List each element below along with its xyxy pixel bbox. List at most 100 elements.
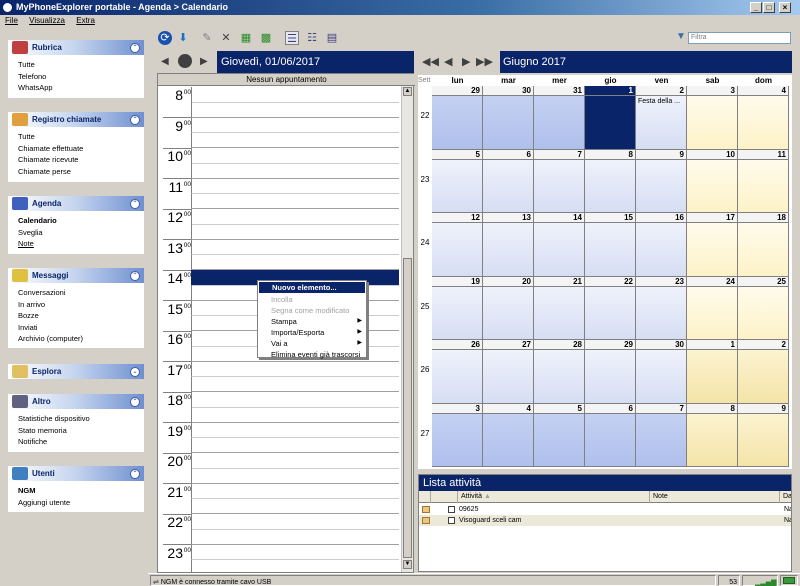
time-slot[interactable] — [191, 422, 399, 438]
time-slot[interactable] — [191, 132, 399, 149]
new-task-icon[interactable]: ▩ — [259, 31, 273, 45]
calendar-day-cell[interactable]: 11 — [738, 149, 789, 213]
col-data[interactable]: Dat — [780, 491, 791, 503]
time-slot[interactable] — [191, 148, 399, 164]
task-row[interactable]: Visoguard sceli cam Na — [419, 515, 791, 526]
prev-year-icon[interactable]: ◀◀ — [422, 55, 439, 68]
calendar-day-cell[interactable]: 22 — [585, 276, 636, 340]
week-view-icon[interactable]: ☷ — [305, 31, 319, 45]
task-checkbox[interactable] — [448, 506, 455, 513]
sidebar-item-calendario[interactable]: Calendario — [18, 215, 144, 227]
prev-day-icon[interactable]: ◀ — [161, 56, 169, 67]
sidebar-item-bozze[interactable]: Bozze — [18, 310, 144, 322]
expand-icon[interactable]: ⌄ — [130, 367, 140, 377]
sync-icon[interactable]: ⟳ — [158, 31, 172, 45]
calendar-day-cell[interactable]: 9 — [636, 149, 687, 213]
scroll-up-icon[interactable]: ▲ — [403, 87, 412, 96]
calendar-day-cell[interactable]: 7 — [534, 149, 585, 213]
time-slot[interactable] — [191, 117, 399, 133]
pane-header-agenda[interactable]: Agenda ⌃ — [8, 196, 144, 211]
calendar-day-cell[interactable]: 13 — [483, 213, 534, 277]
time-slot[interactable] — [191, 544, 399, 560]
calendar-day-cell[interactable]: 1 — [585, 86, 636, 150]
collapse-icon[interactable]: ⌃ — [130, 43, 140, 53]
calendar-day-cell[interactable]: 6 — [585, 403, 636, 467]
calendar-day-cell[interactable]: 18 — [738, 213, 789, 277]
calendar-day-cell[interactable]: 17 — [687, 213, 738, 277]
time-slot[interactable] — [191, 178, 399, 194]
pane-header-utenti[interactable]: Utenti ⌃ — [8, 466, 144, 481]
sidebar-item-note[interactable]: Note — [18, 238, 144, 250]
time-slot[interactable] — [191, 376, 399, 393]
sidebar-item-perse[interactable]: Chiamate perse — [18, 166, 144, 178]
download-icon[interactable]: ⬇ — [176, 31, 190, 45]
time-slot[interactable] — [191, 239, 399, 255]
calendar-day-cell[interactable]: 7 — [636, 403, 687, 467]
time-slot[interactable] — [191, 102, 399, 118]
calendar-event[interactable]: Festa della ... — [638, 98, 680, 105]
calendar-day-cell[interactable]: 3 — [687, 86, 738, 150]
context-menu-item[interactable]: Elimina eventi già trascorsi — [258, 349, 366, 360]
menu-visualizza[interactable]: Visualizza — [29, 16, 65, 25]
time-slot[interactable] — [191, 529, 399, 545]
time-slot[interactable] — [191, 453, 399, 469]
sidebar-item-tutte-chiamate[interactable]: Tutte — [18, 131, 144, 143]
sidebar-item-telefono[interactable]: Telefono — [18, 71, 144, 83]
calendar-day-cell[interactable]: 8 — [687, 403, 738, 467]
calendar-day-cell[interactable]: 14 — [534, 213, 585, 277]
close-button[interactable]: × — [779, 2, 791, 13]
collapse-icon[interactable]: ⌃ — [130, 397, 140, 407]
time-slot[interactable] — [191, 224, 399, 240]
calendar-day-cell[interactable]: 15 — [585, 213, 636, 277]
time-slot[interactable] — [191, 468, 399, 484]
collapse-icon[interactable]: ⌃ — [130, 271, 140, 281]
calendar-day-cell[interactable]: 30 — [483, 86, 534, 150]
calendar-day-cell[interactable]: 16 — [636, 213, 687, 277]
month-grid[interactable]: Sett lun mar mer gio ven sab dom 22 29 30 31 1 2 Festa… — [418, 75, 792, 469]
context-menu-item[interactable]: Importa/Esporta ▶ — [258, 327, 366, 338]
collapse-icon[interactable]: ⌃ — [130, 115, 140, 125]
time-slot[interactable] — [191, 209, 399, 225]
calendar-day-cell[interactable]: 3 — [432, 403, 483, 467]
calendar-day-cell[interactable]: 25 — [738, 276, 789, 340]
context-menu-item[interactable]: Nuovo elemento... — [259, 282, 365, 293]
calendar-day-cell[interactable]: 9 — [738, 403, 789, 467]
calendar-day-cell[interactable]: 4 — [738, 86, 789, 150]
sidebar-item-ricevute[interactable]: Chiamate ricevute — [18, 154, 144, 166]
calendar-day-cell[interactable]: 4 — [483, 403, 534, 467]
maximize-button[interactable]: □ — [763, 2, 775, 13]
time-slot[interactable] — [191, 407, 399, 423]
filter-input[interactable]: Filtra — [688, 32, 791, 44]
pane-header-rubrica[interactable]: Rubrica ⌃ — [8, 40, 144, 55]
menu-file[interactable]: File — [5, 16, 18, 25]
sidebar-item-effettuate[interactable]: Chiamate effettuate — [18, 143, 144, 155]
menu-extra[interactable]: Extra — [76, 16, 95, 25]
time-slot[interactable] — [191, 514, 399, 530]
month-view-icon[interactable]: ▤ — [325, 31, 339, 45]
prev-month-icon[interactable]: ◀ — [444, 55, 452, 68]
calendar-day-cell[interactable]: 2 — [738, 340, 789, 404]
sidebar-item-whatsapp[interactable]: WhatsApp — [18, 82, 144, 94]
context-menu-item[interactable]: Vai a ▶ — [258, 338, 366, 349]
minimize-button[interactable]: _ — [750, 2, 762, 13]
delete-icon[interactable]: ✕ — [219, 31, 233, 45]
calendar-day-cell[interactable]: 21 — [534, 276, 585, 340]
calendar-day-cell[interactable]: 19 — [432, 276, 483, 340]
sidebar-item-conversazioni[interactable]: Conversazioni — [18, 287, 144, 299]
time-slot[interactable] — [191, 254, 399, 271]
sidebar-item-statistiche[interactable]: Statistiche dispositivo — [18, 413, 144, 425]
calendar-day-cell[interactable]: 5 — [432, 149, 483, 213]
sidebar-item-archivio[interactable]: Archivio (computer) — [18, 333, 144, 345]
time-slot[interactable] — [191, 361, 399, 377]
day-view-icon[interactable]: ☰ — [285, 31, 299, 45]
next-month-icon[interactable]: ▶ — [462, 55, 470, 68]
time-slot[interactable] — [191, 483, 399, 499]
calendar-day-cell[interactable]: 20 — [483, 276, 534, 340]
context-menu-item[interactable]: Stampa ▶ — [258, 316, 366, 327]
sidebar-item-aggiungi-utente[interactable]: Aggiungi utente — [18, 497, 144, 509]
calendar-day-cell[interactable]: 29 — [432, 86, 483, 150]
calendar-day-cell[interactable]: 5 — [534, 403, 585, 467]
pane-header-messaggi[interactable]: Messaggi ⌃ — [8, 268, 144, 283]
calendar-day-cell[interactable]: 8 — [585, 149, 636, 213]
today-icon[interactable] — [178, 54, 192, 68]
